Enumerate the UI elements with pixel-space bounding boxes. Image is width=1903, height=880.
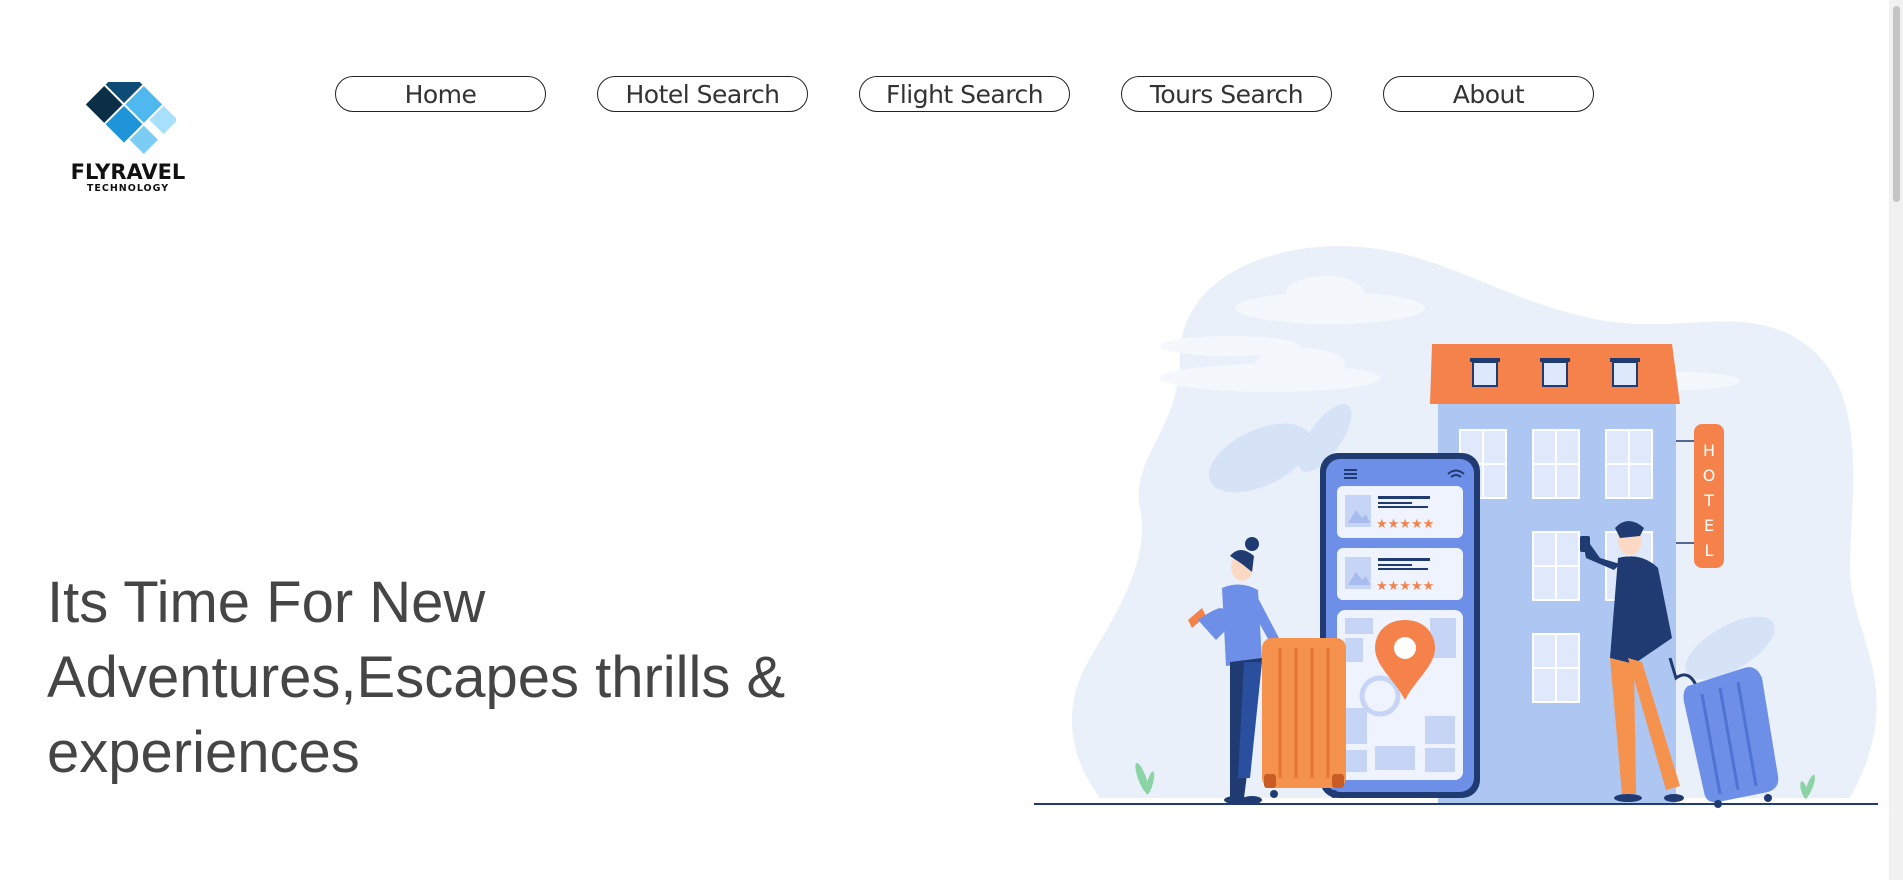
map-card [1337, 610, 1463, 780]
svg-text:O: O [1703, 466, 1716, 485]
scrollbar-thumb[interactable] [1893, 6, 1900, 202]
hero-heading: Its Time For New Adventures,Escapes thri… [47, 565, 907, 790]
nav-hotel-search-button[interactable]: Hotel Search [597, 76, 808, 112]
star-icon: ★★★★★ [1376, 517, 1434, 532]
brand-tagline: TECHNOLOGY [86, 183, 170, 194]
svg-text:★★★★★: ★★★★★ [1376, 517, 1434, 532]
diamond-logo-icon [85, 82, 176, 154]
hero-illustration: HOTEL ★★★★★ ★★★★★ [1030, 238, 1882, 810]
nav-home-button[interactable]: Home [335, 76, 546, 112]
nav-about-button[interactable]: About [1383, 76, 1594, 112]
svg-text:E: E [1704, 516, 1714, 535]
hero-line-2: Adventures,Escapes thrills & [47, 645, 786, 710]
hero-line-3: experiences [47, 720, 360, 785]
nav-flight-search-button[interactable]: Flight Search [859, 76, 1070, 112]
hotel-card-1: ★★★★★ [1337, 486, 1463, 538]
hero-line-1: Its Time For New [47, 570, 486, 635]
brand-logo[interactable]: FLYRAVEL TECHNOLOGY [68, 82, 188, 200]
hotel-card-2: ★★★★★ [1337, 548, 1463, 600]
svg-text:H: H [1703, 441, 1715, 460]
brand-name: FLYRAVEL [70, 160, 186, 184]
page-scrollbar[interactable] [1889, 0, 1903, 880]
orange-suitcase [1262, 638, 1346, 788]
nav-tours-search-button[interactable]: Tours Search [1121, 76, 1332, 112]
svg-text:L: L [1705, 541, 1714, 560]
svg-text:★★★★★: ★★★★★ [1376, 579, 1434, 594]
svg-text:T: T [1703, 491, 1714, 510]
